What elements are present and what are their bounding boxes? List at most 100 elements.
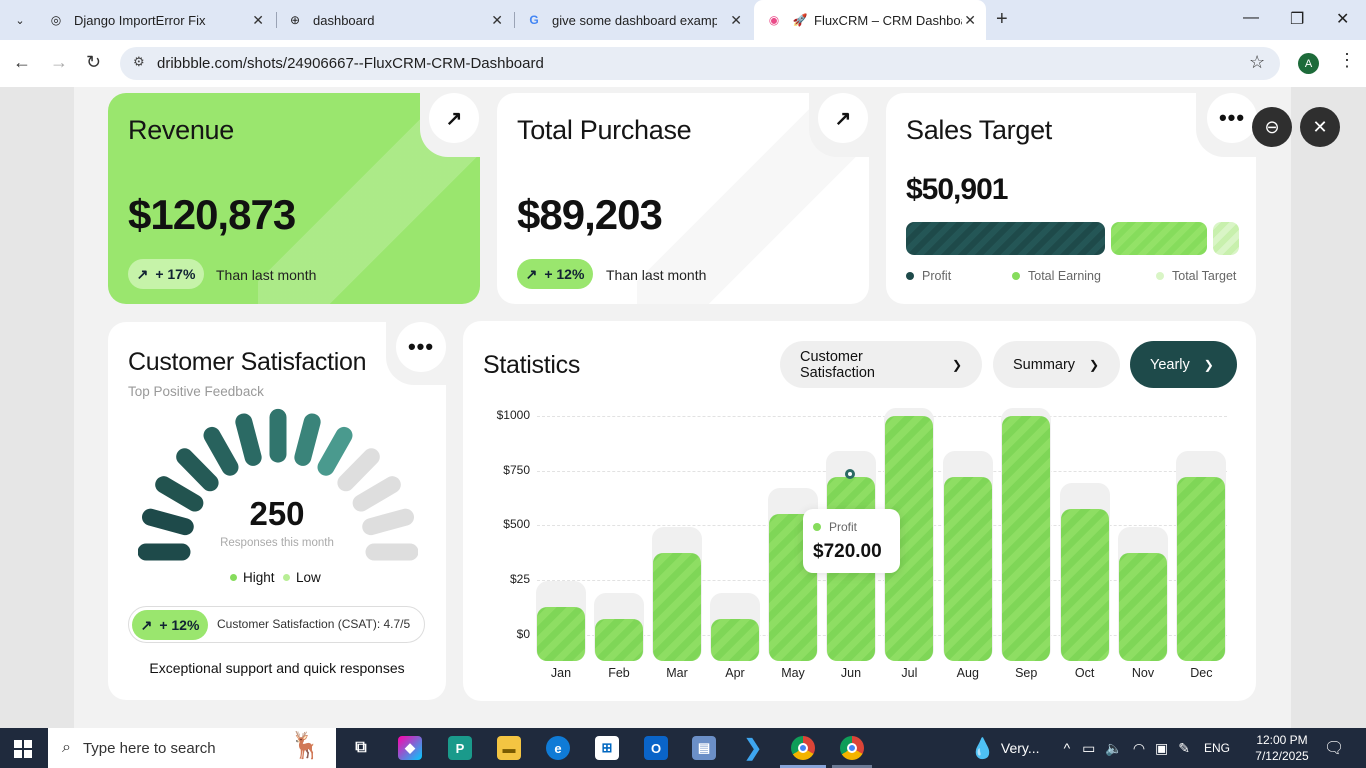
chrome-center [798, 743, 808, 753]
bar-dec[interactable] [1177, 477, 1226, 661]
close-icon: ✕ [1312, 116, 1328, 137]
legend-label: Profit [922, 269, 952, 283]
csat-text: Customer Satisfaction (CSAT): 4.7/5 [217, 617, 411, 631]
tooltip-label: Profit [829, 520, 858, 534]
tab-dashboard[interactable]: ⊕ dashboard ✕ [275, 0, 513, 40]
tab-search-chevron-icon[interactable]: ⌄ [10, 10, 30, 30]
legend-profit: Profit [906, 269, 951, 283]
legend-label: Total Earning [1028, 269, 1101, 283]
bar-feb[interactable] [595, 619, 643, 661]
browser-menu-icon[interactable]: ⋮ [1338, 50, 1356, 71]
arrow-up-right-icon: ↗ [445, 107, 463, 130]
chevron-up-icon[interactable]: ^ [1064, 740, 1071, 756]
open-revenue-button[interactable]: ↗ [429, 93, 479, 143]
card-title: Revenue [128, 115, 234, 145]
url-text[interactable]: dribbble.com/shots/24906667--FluxCRM-CRM… [157, 55, 544, 72]
vscode-icon[interactable]: ❯ [741, 735, 765, 760]
chrome-icon[interactable] [791, 736, 815, 760]
chrome-profile-icon[interactable] [840, 736, 864, 760]
tab-close-icon[interactable]: ✕ [964, 12, 976, 29]
restore-icon[interactable]: ❐ [1290, 9, 1304, 29]
x-tick-label: Jan [550, 666, 572, 680]
bar-apr[interactable] [711, 619, 759, 661]
weather-text[interactable]: Very... [1001, 740, 1040, 756]
gauge-segment-high [294, 413, 321, 466]
y-tick-label: $1000 [496, 408, 530, 422]
tab-close-icon[interactable]: ✕ [491, 12, 503, 29]
change-badge: ↗ + 12% [132, 610, 208, 640]
task-view-icon[interactable]: ⧉ [349, 736, 373, 760]
x-tick-label: Nov [1131, 666, 1155, 680]
change-value: + 12% [159, 617, 200, 633]
remote-desktop-icon[interactable]: ▤ [692, 736, 716, 760]
tab-close-icon[interactable]: ✕ [252, 12, 264, 29]
pen-icon[interactable]: ✎ [1178, 740, 1190, 757]
reload-icon[interactable]: ↻ [86, 52, 101, 73]
outlook-icon[interactable]: O [644, 736, 668, 760]
zoom-out-button[interactable]: ⊖ [1252, 107, 1292, 147]
volume-icon[interactable]: 🔈 [1105, 740, 1122, 757]
x-tick-label: May [781, 666, 805, 680]
clock[interactable]: 12:00 PM 7/12/2025 [1252, 732, 1312, 764]
change-note: Than last month [216, 267, 317, 283]
openai-icon: ◎ [50, 13, 62, 27]
bar-sep[interactable] [1002, 416, 1051, 661]
bar-mar[interactable] [653, 552, 701, 661]
arrow-up-right-icon: ↗ [140, 616, 153, 633]
tab-fluxcrm[interactable]: ◉ 🚀 FluxCRM – CRM Dashboard ✕ [754, 0, 986, 40]
profit-bar [906, 222, 1105, 255]
open-purchase-button[interactable]: ↗ [818, 93, 868, 143]
card-subtitle: Top Positive Feedback [128, 384, 264, 399]
x-tick-label: Oct [1074, 666, 1095, 680]
legend-dot [283, 574, 290, 581]
taskbar-search-box[interactable]: ⌕ Type here to search 🦌 [48, 728, 336, 768]
windows-start-icon[interactable] [14, 740, 32, 758]
notification-center-icon[interactable]: 🗨 [1324, 738, 1344, 758]
search-icon: ⌕ [62, 739, 71, 756]
microsoft-store-icon[interactable]: ⊞ [595, 736, 619, 760]
address-bar[interactable]: ⚙ dribbble.com/shots/24906667--FluxCRM-C… [120, 47, 1280, 80]
forward-arrow-icon[interactable]: → [50, 52, 68, 73]
notification-badge-icon[interactable]: ▣ [1155, 740, 1168, 757]
chart-gridline [537, 470, 1227, 472]
x-tick-label: Dec [1190, 666, 1213, 680]
arrow-up-right-icon: ↗ [525, 265, 538, 282]
close-shot-button[interactable]: ✕ [1300, 107, 1340, 147]
bar-nov[interactable] [1119, 552, 1167, 661]
bookmark-star-icon[interactable]: ☆ [1249, 52, 1265, 73]
legend-label: Total Target [1172, 269, 1237, 283]
gauge-segment-low [337, 448, 380, 492]
legend-dot [1156, 272, 1164, 280]
weather-drop-icon[interactable]: 💧 [970, 736, 995, 761]
x-tick-label: Apr [725, 666, 745, 680]
copilot-icon[interactable]: ◆ [398, 736, 422, 760]
tab-title: FluxCRM – CRM Dashboard [814, 12, 962, 28]
satisfaction-menu-button[interactable]: ••• [396, 322, 446, 372]
zoom-out-icon: ⊖ [1264, 116, 1280, 137]
battery-icon[interactable]: ▭ [1082, 740, 1095, 757]
site-info-icon[interactable]: ⚙ [133, 54, 145, 70]
profile-avatar[interactable]: A [1298, 53, 1319, 74]
file-explorer-icon[interactable]: ▬ [497, 736, 521, 760]
picsart-icon[interactable]: P [448, 736, 472, 760]
back-arrow-icon[interactable]: ← [13, 52, 31, 73]
x-tick-label: Mar [666, 666, 688, 680]
tab-title: give some dashboard example i [552, 12, 717, 28]
change-value: + 17% [155, 266, 196, 282]
bar-aug[interactable] [943, 477, 992, 661]
page-viewport: Revenue $120,873 ↗ + 17% Than last month … [0, 87, 1366, 728]
minimize-icon[interactable]: — [1243, 9, 1259, 27]
bar-oct[interactable] [1060, 508, 1109, 661]
tab-django-importerror[interactable]: ◎ Django ImportError Fix ✕ [36, 0, 274, 40]
tab-close-icon[interactable]: ✕ [730, 12, 742, 29]
bar-jan[interactable] [537, 607, 585, 661]
new-tab-plus-icon[interactable]: + [996, 8, 1008, 31]
language-indicator[interactable]: ENG [1204, 741, 1230, 755]
tab-google-search[interactable]: G give some dashboard example i ✕ [514, 0, 752, 40]
sales-target-menu-button[interactable]: ••• [1207, 93, 1257, 143]
wifi-icon[interactable]: ◠ [1133, 740, 1145, 757]
window-close-icon[interactable]: ✕ [1336, 9, 1349, 29]
clock-date: 7/12/2025 [1255, 749, 1309, 763]
legend-total-earning: Total Earning [1012, 269, 1101, 283]
edge-icon[interactable]: e [546, 736, 570, 760]
